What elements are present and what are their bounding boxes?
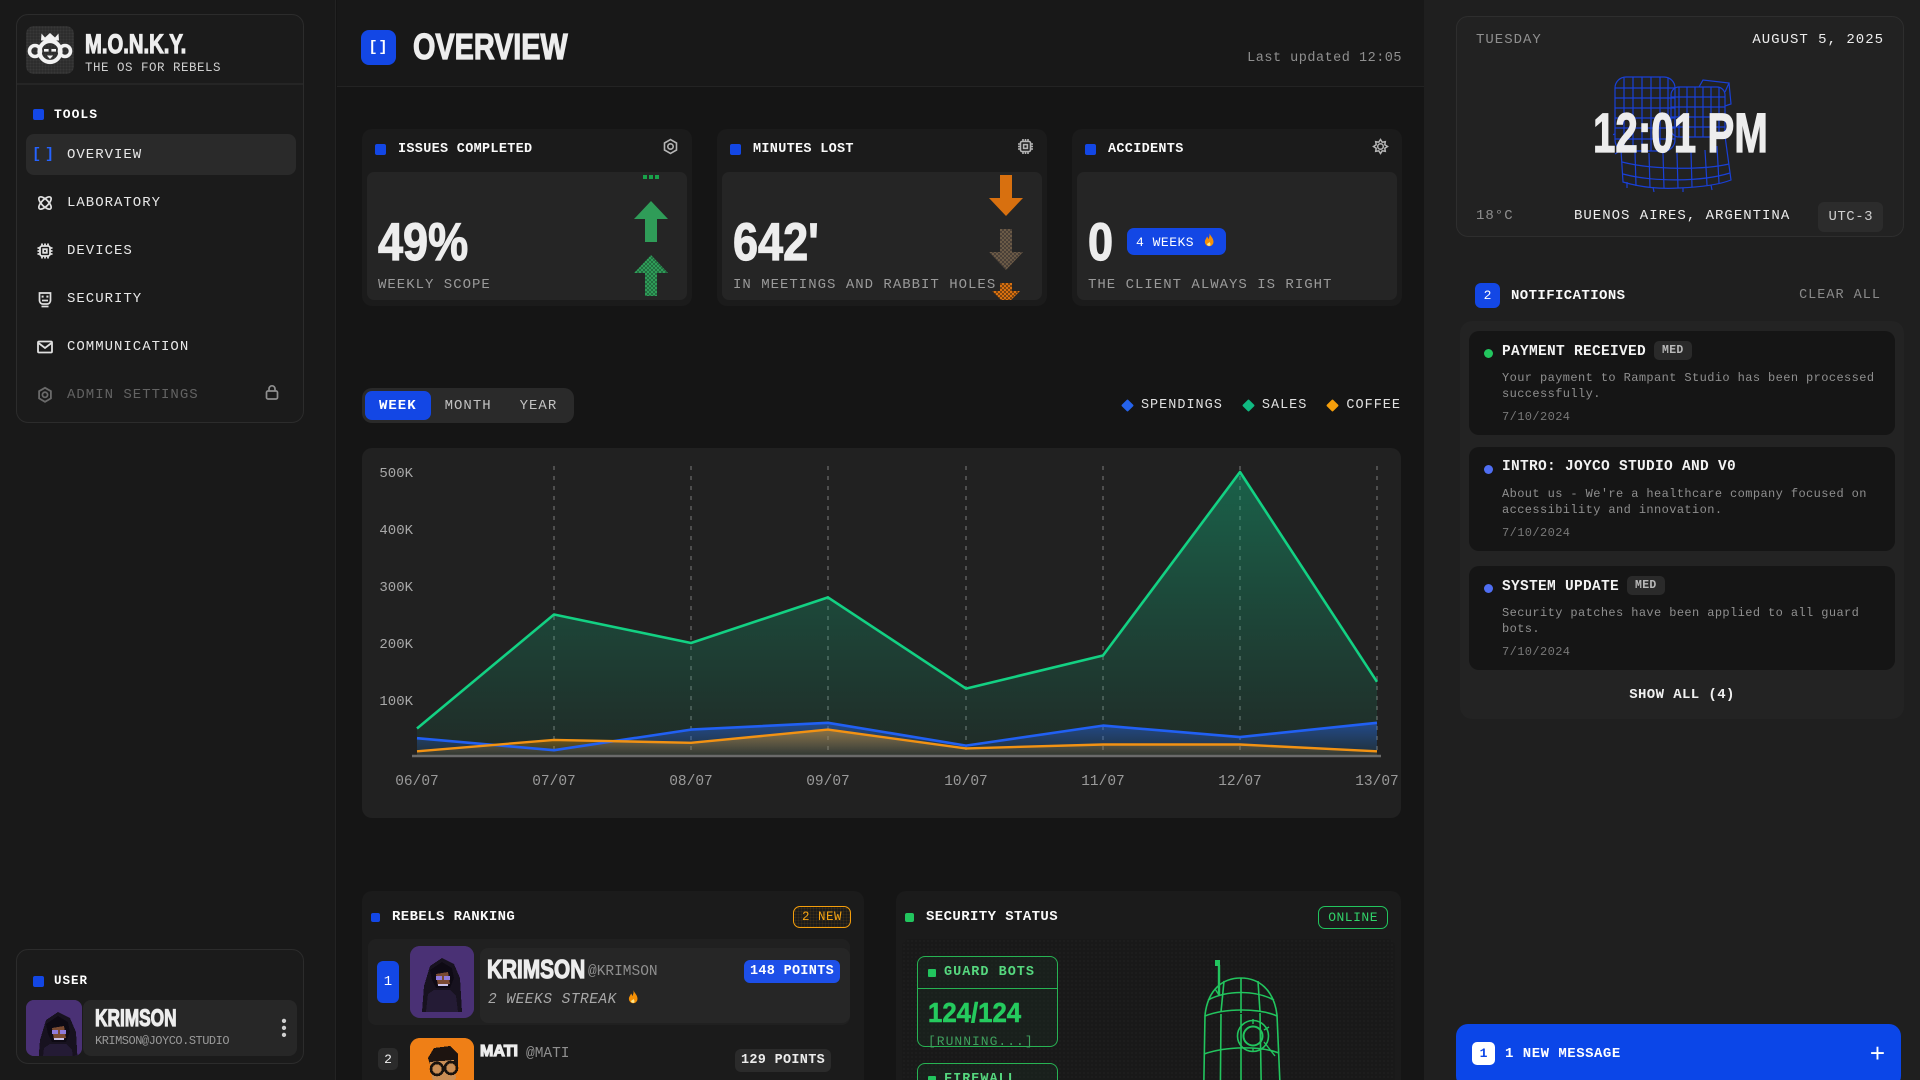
svg-text:09/07: 09/07 xyxy=(806,774,850,790)
svg-text:11/07: 11/07 xyxy=(1081,774,1125,790)
svg-text:300K: 300K xyxy=(379,580,413,596)
svg-text:200K: 200K xyxy=(379,637,413,653)
svg-text:12/07: 12/07 xyxy=(1218,774,1262,790)
svg-text:08/07: 08/07 xyxy=(669,774,713,790)
svg-text:400K: 400K xyxy=(379,523,413,539)
svg-text:500K: 500K xyxy=(379,466,413,482)
svg-text:07/07: 07/07 xyxy=(532,774,576,790)
svg-text:10/07: 10/07 xyxy=(944,774,988,790)
svg-text:13/07: 13/07 xyxy=(1355,774,1399,790)
svg-text:100K: 100K xyxy=(379,694,413,710)
svg-text:06/07: 06/07 xyxy=(395,774,439,790)
